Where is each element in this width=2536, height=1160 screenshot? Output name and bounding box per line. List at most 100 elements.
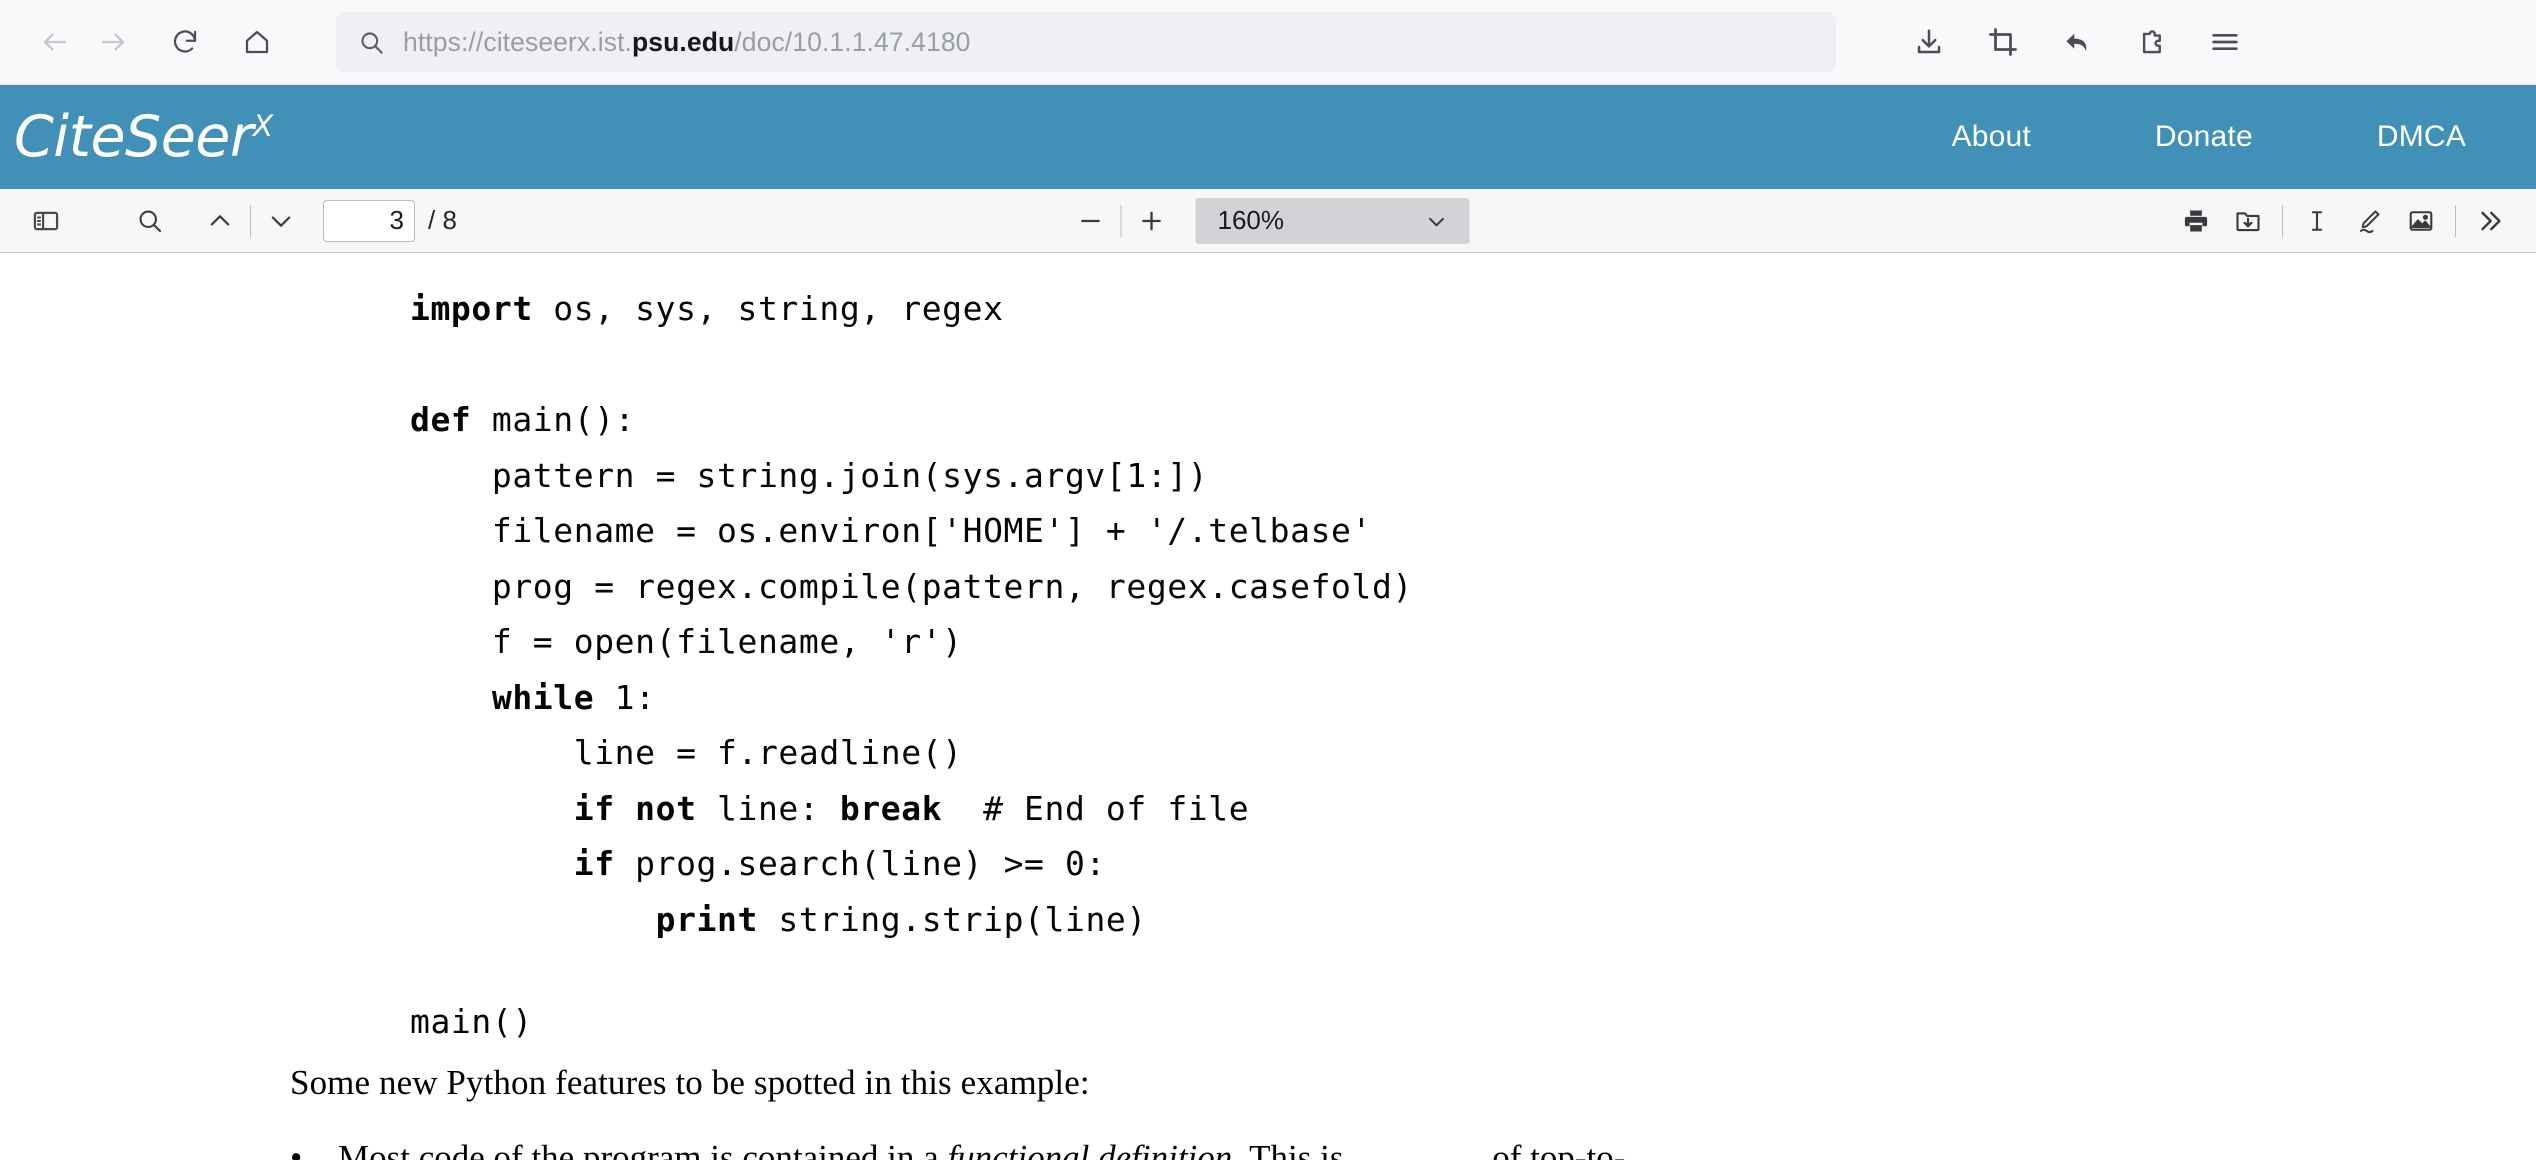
sidebar-toggle-icon <box>33 211 59 230</box>
code-line: def main(): <box>410 392 2536 448</box>
chevron-down-icon <box>271 215 291 227</box>
pdf-viewport[interactable]: import os, sys, string, regex def main()… <box>0 253 2536 1160</box>
bullet-marker: • <box>290 1138 303 1160</box>
toolbar-separator <box>2455 204 2456 237</box>
downloads-button[interactable] <box>1900 13 1958 71</box>
code-text: f = open(filename, 'r') <box>410 622 963 661</box>
text-selection-button[interactable] <box>2293 197 2341 245</box>
code-keyword: while <box>491 677 595 717</box>
extensions-button[interactable] <box>2122 13 2180 71</box>
more-tools-button[interactable] <box>2466 197 2514 245</box>
double-chevron-right-icon <box>2481 211 2501 230</box>
code-text: os, sys, string, regex <box>532 289 1004 328</box>
code-line: if not line: break # End of file <box>410 781 2536 837</box>
crop-icon <box>1989 28 2017 56</box>
code-keyword: import <box>410 289 533 328</box>
search-icon <box>358 29 385 56</box>
address-bar-text: https://citeseerx.ist.psu.edu/doc/10.1.1… <box>403 27 971 58</box>
pencil-draw-icon <box>2359 209 2380 233</box>
pdf-page-3: import os, sys, string, regex def main()… <box>0 253 2536 1160</box>
add-image-button[interactable] <box>2397 197 2445 245</box>
back-button[interactable] <box>26 13 84 71</box>
list-item-text-emphasis: functional definition <box>947 1138 1233 1160</box>
zoom-out-button[interactable] <box>1067 197 1115 245</box>
list-item-text-pre: Most code of the program is contained in… <box>338 1138 948 1160</box>
chevron-up-icon <box>210 214 230 226</box>
undo-close-tab-button[interactable] <box>2048 13 2106 71</box>
code-text: main(): <box>471 400 636 439</box>
site-navigation: About Donate DMCA <box>1890 120 2529 154</box>
plus-icon <box>1142 211 1161 230</box>
code-keyword: if not <box>573 788 697 828</box>
app-menu-button[interactable] <box>2196 13 2254 71</box>
code-keyword: break <box>839 788 943 828</box>
zoom-in-button[interactable] <box>1128 197 1176 245</box>
address-bar[interactable]: https://citeseerx.ist.psu.edu/doc/10.1.1… <box>336 12 1836 72</box>
next-page-button[interactable] <box>257 197 305 245</box>
code-text: line: <box>696 788 840 828</box>
browser-actions <box>1900 13 2254 71</box>
url-path: /doc/10.1.1.47.4180 <box>734 26 971 57</box>
pdf-toolbar-right <box>2172 197 2514 245</box>
code-text: line = f.readline() <box>410 733 963 772</box>
zoom-level-select[interactable]: 160% <box>1195 197 1470 244</box>
code-text: prog = regex.compile(pattern, regex.case… <box>410 566 1413 606</box>
logo-text: CiteSeer <box>14 103 253 170</box>
nav-link-donate[interactable]: Donate <box>2093 120 2315 154</box>
citeseerx-logo[interactable]: CiteSeerX <box>10 108 273 166</box>
printer-icon <box>2184 210 2208 231</box>
nav-link-dmca[interactable]: DMCA <box>2315 120 2528 154</box>
sidebar-toggle-button[interactable] <box>22 197 70 245</box>
url-scheme: https://citeseerx.ist. <box>403 26 633 57</box>
draw-button[interactable] <box>2345 197 2393 245</box>
browser-toolbar: https://citeseerx.ist.psu.edu/doc/10.1.1… <box>0 0 2536 85</box>
code-text: pattern = string.join(sys.argv[1:]) <box>410 455 1209 495</box>
pdf-viewer-toolbar: / 8 160% <box>0 189 2536 253</box>
nav-link-about[interactable]: About <box>1890 120 2093 154</box>
chevron-down-icon <box>1428 217 1445 226</box>
zoom-level-value: 160% <box>1217 205 1285 235</box>
forward-button[interactable] <box>84 13 142 71</box>
code-text: 1: <box>594 677 656 717</box>
site-header: CiteSeerX About Donate DMCA <box>0 85 2536 189</box>
code-text: string.strip(line) <box>757 899 1147 939</box>
page-total-label: / 8 <box>428 205 457 235</box>
hamburger-menu-icon <box>2212 33 2238 50</box>
code-listing: import os, sys, string, regex def main()… <box>410 281 2536 947</box>
code-line: f = open(filename, 'r') <box>410 614 2536 670</box>
toolbar-separator <box>250 204 251 237</box>
previous-page-button[interactable] <box>196 197 244 245</box>
download-icon <box>1917 29 1941 54</box>
code-line: prog = regex.compile(pattern, regex.case… <box>410 559 2536 615</box>
code-line: if prog.search(line) >= 0: <box>410 836 2536 892</box>
code-line: line = f.readline() <box>410 725 2536 781</box>
save-button[interactable] <box>2224 197 2272 245</box>
forward-arrow-icon <box>101 33 125 51</box>
toolbar-separator <box>1120 204 1122 237</box>
code-line: pattern = string.join(sys.argv[1:]) <box>410 448 2536 504</box>
image-icon <box>2409 210 2433 231</box>
home-button[interactable] <box>228 13 286 71</box>
reload-button[interactable] <box>156 13 214 71</box>
screenshot-button[interactable] <box>1974 13 2032 71</box>
code-line: import os, sys, string, regex <box>410 281 2536 337</box>
minus-icon <box>1081 219 1100 222</box>
pdf-toolbar-left: / 8 <box>22 197 457 245</box>
print-button[interactable] <box>2172 197 2220 245</box>
home-icon <box>245 30 269 54</box>
text-cursor-icon <box>2311 210 2323 231</box>
code-text: # End of file <box>942 788 1250 828</box>
page-number-input[interactable] <box>323 199 415 242</box>
save-download-icon <box>2236 211 2260 231</box>
code-keyword: def <box>410 400 472 439</box>
puzzle-piece-icon <box>2142 30 2161 54</box>
reload-icon <box>173 30 197 53</box>
code-keyword: if <box>573 844 615 883</box>
code-text: prog.search(line) >= 0: <box>614 844 1106 883</box>
code-line: filename = os.environ['HOME'] + '/.telba… <box>410 503 2536 559</box>
undo-arrow-icon <box>2065 33 2086 51</box>
find-button[interactable] <box>126 197 174 245</box>
